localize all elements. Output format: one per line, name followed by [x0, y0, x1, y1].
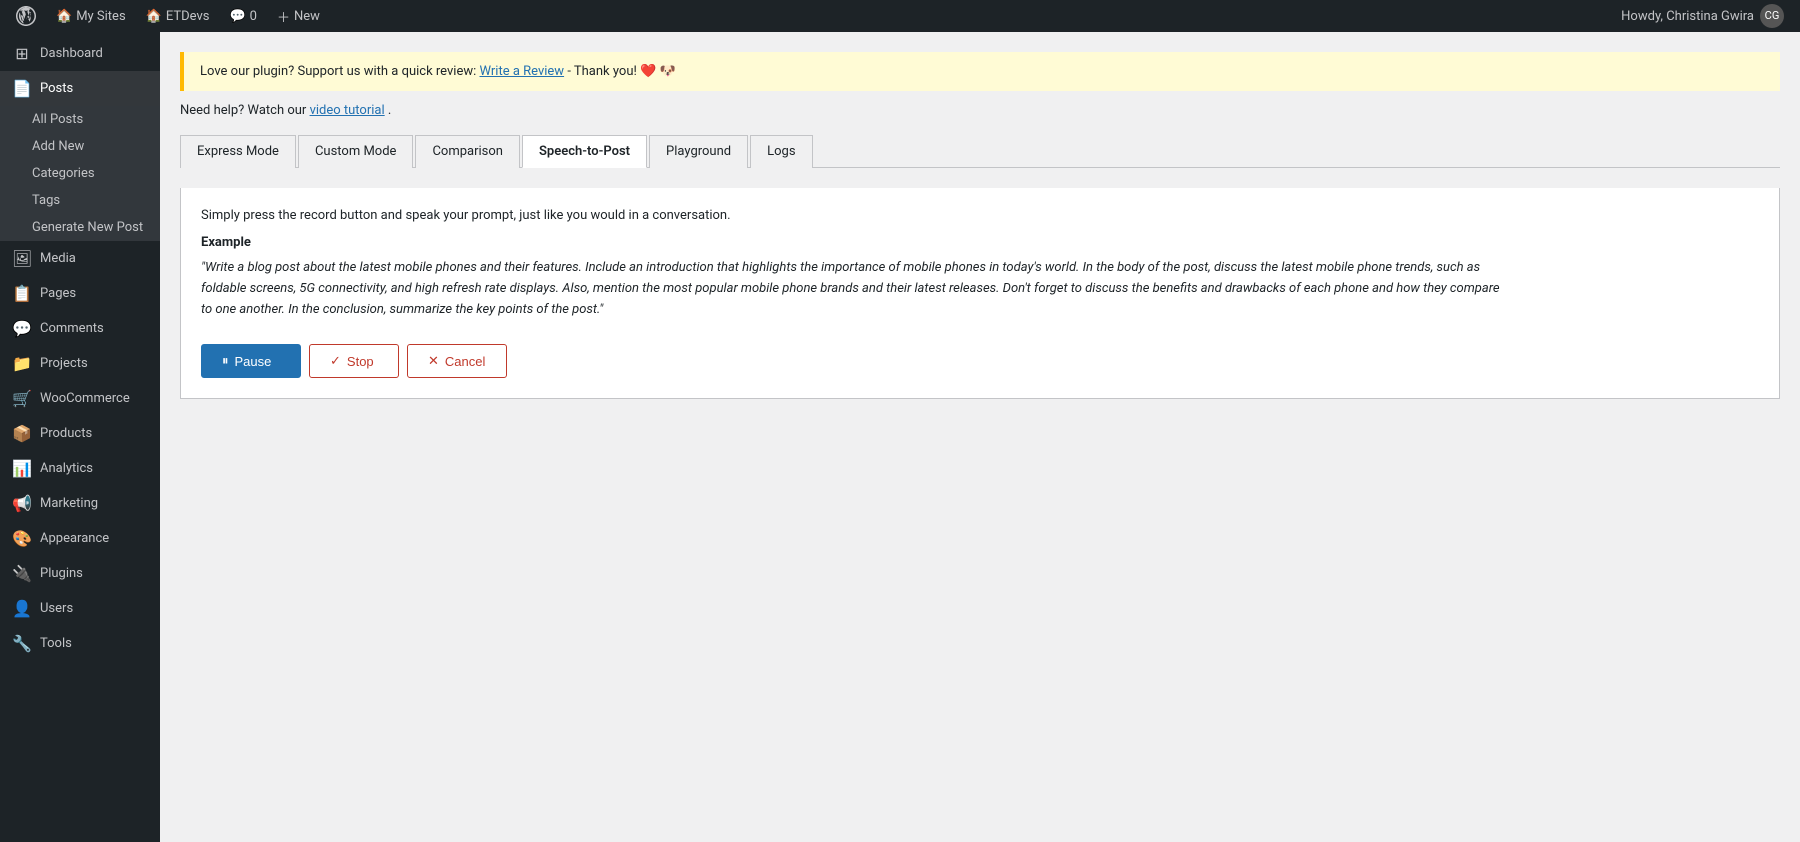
- sidebar-label-dashboard: Dashboard: [40, 46, 103, 61]
- action-buttons: ⏸ Pause ✓ Stop ✕ Cancel: [201, 344, 1759, 378]
- sidebar-label-users: Users: [40, 601, 73, 616]
- sidebar-item-appearance[interactable]: 🎨 Appearance: [0, 521, 160, 556]
- sidebar-item-media[interactable]: 🖼 Media: [0, 241, 160, 276]
- speech-description: Simply press the record button and speak…: [201, 208, 1759, 223]
- notice-banner: Love our plugin? Support us with a quick…: [180, 52, 1780, 91]
- notice-text: Love our plugin? Support us with a quick…: [200, 64, 476, 79]
- tab-express-mode[interactable]: Express Mode: [180, 135, 296, 168]
- products-icon: 📦: [12, 424, 32, 443]
- plus-icon: ＋: [277, 7, 290, 26]
- example-text: "Write a blog post about the latest mobi…: [201, 258, 1501, 320]
- sidebar-label-plugins: Plugins: [40, 566, 83, 581]
- stop-label: Stop: [347, 354, 374, 369]
- sidebar-label-pages: Pages: [40, 286, 76, 301]
- sidebar-item-marketing[interactable]: 📢 Marketing: [0, 486, 160, 521]
- tab-playground[interactable]: Playground: [649, 135, 748, 168]
- tab-custom-mode[interactable]: Custom Mode: [298, 135, 414, 168]
- sidebar-item-pages[interactable]: 📋 Pages: [0, 276, 160, 311]
- notice-suffix: - Thank you! ❤️ 🐶: [567, 64, 675, 79]
- sidebar-item-add-new[interactable]: Add New: [0, 133, 160, 160]
- sidebar-label-posts: Posts: [40, 81, 73, 96]
- video-tutorial-link[interactable]: video tutorial: [310, 103, 385, 118]
- site-icon: 🏠: [146, 9, 162, 24]
- user-greeting: Howdy, Christina Gwira CG: [1621, 4, 1792, 28]
- site-name-label: ETDevs: [166, 9, 210, 24]
- pause-icon: ⏸: [222, 353, 229, 369]
- sidebar-item-all-posts[interactable]: All Posts: [0, 106, 160, 133]
- new-label: New: [294, 9, 320, 24]
- posts-icon: 📄: [12, 79, 32, 98]
- sidebar-label-marketing: Marketing: [40, 496, 98, 511]
- sidebar-label-projects: Projects: [40, 356, 88, 371]
- sidebar-item-tags[interactable]: Tags: [0, 187, 160, 214]
- sidebar-section-main: ⊞ Dashboard 📄 Posts All Posts Add New Ca…: [0, 32, 160, 665]
- tab-speech-to-post[interactable]: Speech-to-Post: [522, 135, 647, 168]
- comments-count: 0: [250, 9, 257, 24]
- users-icon: 👤: [12, 599, 32, 618]
- sidebar-label-products: Products: [40, 426, 92, 441]
- sidebar: ⊞ Dashboard 📄 Posts All Posts Add New Ca…: [0, 32, 160, 842]
- analytics-icon: 📊: [12, 459, 32, 478]
- woocommerce-icon: 🛒: [12, 389, 32, 408]
- tab-comparison[interactable]: Comparison: [415, 135, 520, 168]
- sidebar-posts-submenu: All Posts Add New Categories Tags Genera…: [0, 106, 160, 241]
- projects-icon: 📁: [12, 354, 32, 373]
- main-content: Love our plugin? Support us with a quick…: [160, 32, 1800, 842]
- wp-logo-button[interactable]: [8, 0, 44, 32]
- dashboard-icon: ⊞: [12, 44, 32, 63]
- avatar: CG: [1760, 4, 1784, 28]
- help-text: Need help? Watch our video tutorial .: [180, 103, 1780, 118]
- sidebar-item-products[interactable]: 📦 Products: [0, 416, 160, 451]
- sidebar-item-categories[interactable]: Categories: [0, 160, 160, 187]
- pause-label: Pause: [235, 354, 272, 369]
- sidebar-label-comments: Comments: [40, 321, 104, 336]
- sidebar-item-plugins[interactable]: 🔌 Plugins: [0, 556, 160, 591]
- sidebar-item-comments[interactable]: 💬 Comments: [0, 311, 160, 346]
- cancel-label: Cancel: [445, 354, 485, 369]
- sidebar-item-dashboard[interactable]: ⊞ Dashboard: [0, 36, 160, 71]
- tools-icon: 🔧: [12, 634, 32, 653]
- sidebar-item-generate-new-post[interactable]: Generate New Post: [0, 214, 160, 241]
- home-icon: 🏠: [56, 9, 72, 24]
- new-button[interactable]: ＋ New: [269, 0, 328, 32]
- tab-content-area: Simply press the record button and speak…: [180, 188, 1780, 399]
- my-sites-button[interactable]: 🏠 My Sites: [48, 0, 134, 32]
- stop-check-icon: ✓: [330, 353, 341, 369]
- cancel-x-icon: ✕: [428, 353, 439, 369]
- appearance-icon: 🎨: [12, 529, 32, 548]
- sidebar-item-woocommerce[interactable]: 🛒 WooCommerce: [0, 381, 160, 416]
- sidebar-label-media: Media: [40, 251, 76, 266]
- admin-bar: 🏠 My Sites 🏠 ETDevs 💬 0 ＋ New Howdy, Chr…: [0, 0, 1800, 32]
- pages-icon: 📋: [12, 284, 32, 303]
- cancel-button[interactable]: ✕ Cancel: [407, 344, 507, 378]
- sidebar-label-appearance: Appearance: [40, 531, 109, 546]
- sidebar-item-posts[interactable]: 📄 Posts: [0, 71, 160, 106]
- comments-icon: 💬: [12, 319, 32, 338]
- sidebar-item-users[interactable]: 👤 Users: [0, 591, 160, 626]
- sidebar-label-woocommerce: WooCommerce: [40, 391, 130, 406]
- write-review-link[interactable]: Write a Review: [480, 64, 565, 79]
- pause-button[interactable]: ⏸ Pause: [201, 344, 301, 378]
- marketing-icon: 📢: [12, 494, 32, 513]
- example-label: Example: [201, 235, 1759, 250]
- my-sites-label: My Sites: [76, 9, 125, 24]
- tabs-container: Express Mode Custom Mode Comparison Spee…: [180, 134, 1780, 168]
- sidebar-label-tools: Tools: [40, 636, 72, 651]
- plugins-icon: 🔌: [12, 564, 32, 583]
- sidebar-item-tools[interactable]: 🔧 Tools: [0, 626, 160, 661]
- sidebar-item-projects[interactable]: 📁 Projects: [0, 346, 160, 381]
- media-icon: 🖼: [12, 249, 32, 268]
- stop-button[interactable]: ✓ Stop: [309, 344, 399, 378]
- comment-icon: 💬: [229, 9, 245, 24]
- sidebar-item-analytics[interactable]: 📊 Analytics: [0, 451, 160, 486]
- tab-logs[interactable]: Logs: [750, 135, 812, 168]
- sidebar-label-analytics: Analytics: [40, 461, 93, 476]
- site-name-button[interactable]: 🏠 ETDevs: [138, 0, 218, 32]
- comments-button[interactable]: 💬 0: [221, 0, 265, 32]
